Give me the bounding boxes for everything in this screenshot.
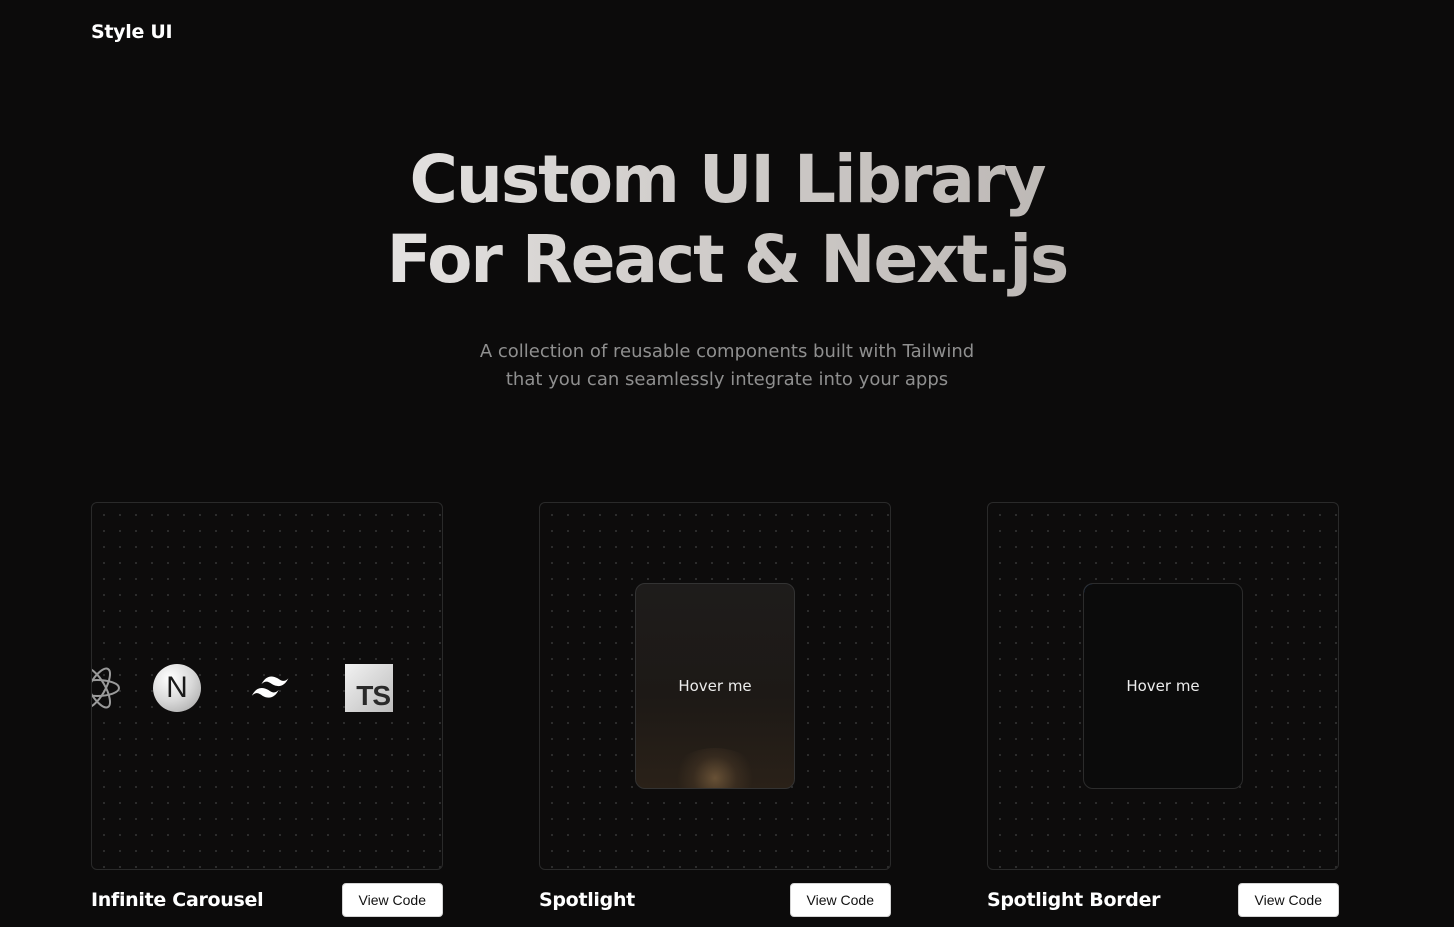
spotlight-demo-box[interactable]: Hover me	[635, 583, 795, 789]
logo-carousel: N TS	[92, 663, 442, 713]
card-footer: Infinite Carousel View Code	[91, 882, 443, 918]
hero-subtitle: A collection of reusable components buil…	[447, 338, 1007, 394]
component-card-infinite-carousel: N TS Infinite Carousel View Code	[91, 502, 443, 918]
typescript-icon: TS	[344, 663, 394, 713]
card-title: Spotlight	[539, 889, 635, 911]
react-icon	[92, 663, 122, 713]
typescript-label: TS	[356, 680, 391, 711]
component-card-spotlight: Hover me Spotlight View Code	[539, 502, 891, 918]
hover-me-label: Hover me	[678, 677, 752, 695]
hero-subtitle-line-1: A collection of reusable components buil…	[479, 341, 975, 362]
card-title: Spotlight Border	[987, 889, 1161, 911]
hover-me-label: Hover me	[1126, 677, 1200, 695]
component-grid: N TS Infinite Carousel View Code Hover m…	[91, 502, 1339, 918]
view-code-button[interactable]: View Code	[341, 883, 443, 917]
nextjs-icon: N	[152, 663, 202, 713]
card-title: Infinite Carousel	[91, 889, 264, 911]
carousel-preview: N TS	[91, 502, 443, 870]
spotlight-preview: Hover me	[539, 502, 891, 870]
spotlight-border-preview: Hover me	[987, 502, 1339, 870]
hero-title-line-2: For React & Next.js	[386, 221, 1068, 298]
card-footer: Spotlight Border View Code	[987, 882, 1339, 918]
spotlight-border-demo-box[interactable]: Hover me	[1083, 583, 1243, 789]
tailwind-icon	[248, 663, 298, 713]
border-glow	[1084, 584, 1194, 664]
nextjs-circle: N	[153, 664, 201, 712]
typescript-box: TS	[345, 664, 393, 712]
hero-title-line-1: Custom UI Library	[409, 141, 1045, 218]
brand-logo[interactable]: Style UI	[91, 21, 173, 43]
spotlight-glow	[670, 748, 760, 788]
component-card-spotlight-border: Hover me Spotlight Border View Code	[987, 502, 1339, 918]
hero-section: Custom UI Library For React & Next.js A …	[0, 140, 1454, 394]
view-code-button[interactable]: View Code	[789, 883, 891, 917]
card-footer: Spotlight View Code	[539, 882, 891, 918]
site-header: Style UI	[91, 18, 173, 46]
hero-subtitle-line-2: that you can seamlessly integrate into y…	[505, 369, 949, 390]
view-code-button[interactable]: View Code	[1237, 883, 1339, 917]
hero-title: Custom UI Library For React & Next.js	[0, 140, 1454, 300]
